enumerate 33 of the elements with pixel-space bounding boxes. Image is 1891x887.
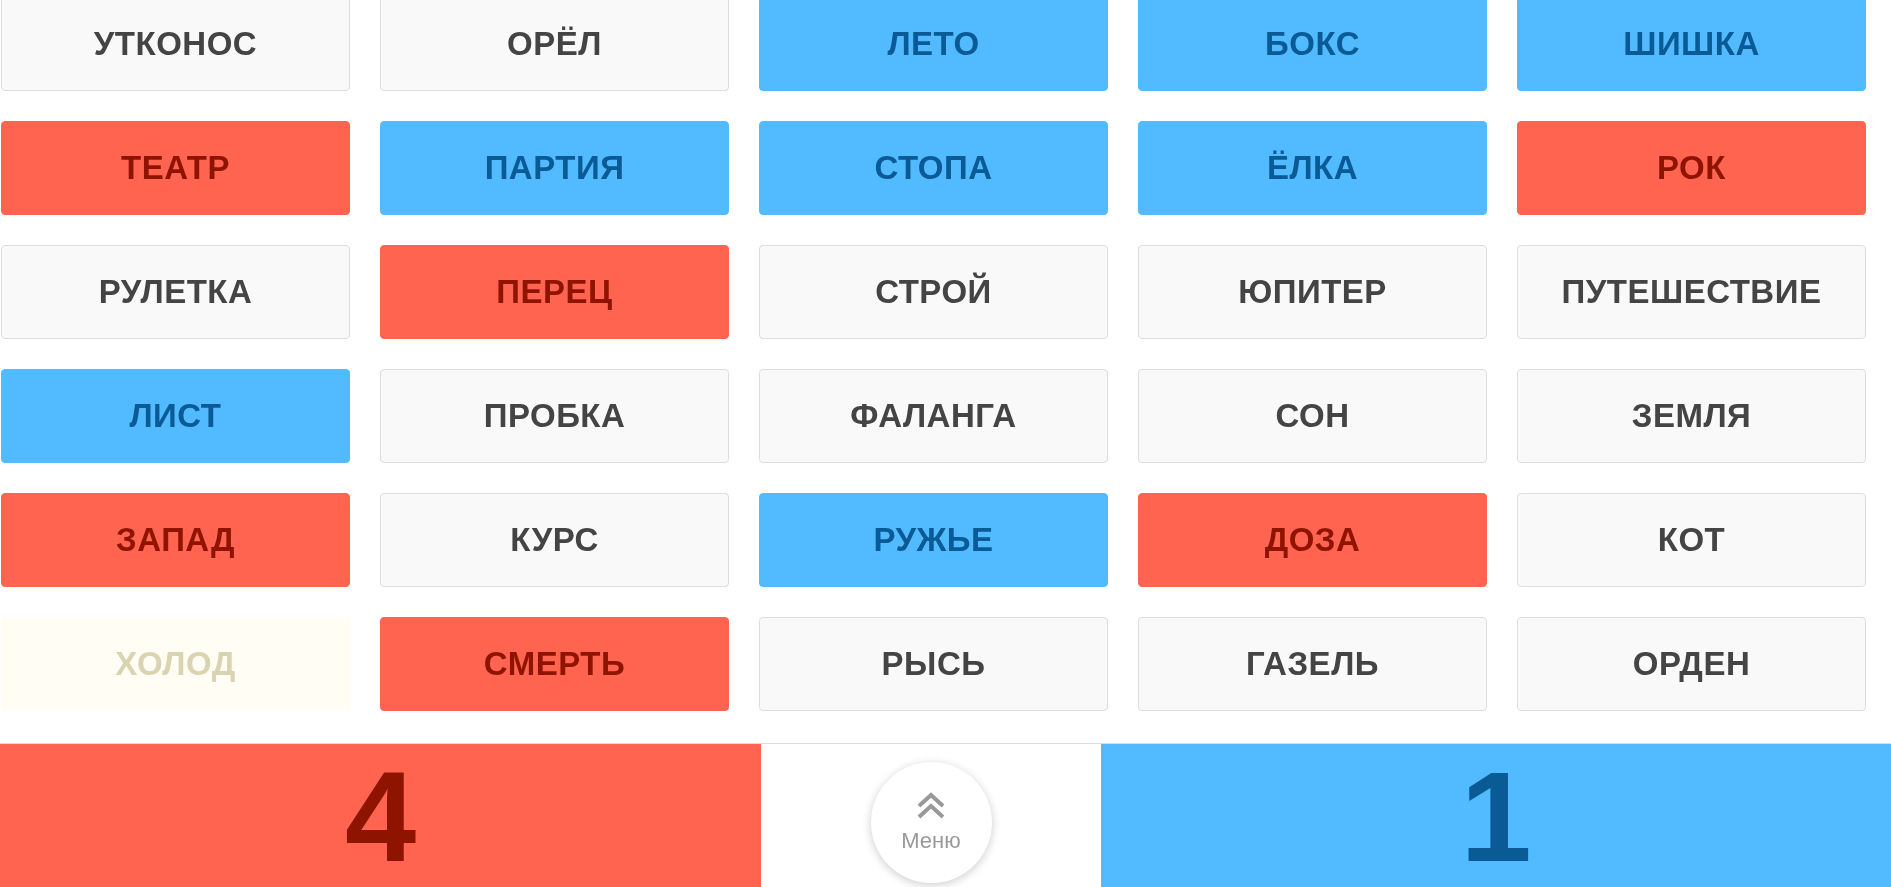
- word-card[interactable]: ОРДЕН: [1517, 617, 1866, 711]
- word-card[interactable]: ЗЕМЛЯ: [1517, 369, 1866, 463]
- word-card[interactable]: РУЛЕТКА: [1, 245, 350, 339]
- word-card[interactable]: КУРС: [380, 493, 729, 587]
- word-card[interactable]: ЛИСТ: [1, 369, 350, 463]
- word-card[interactable]: СТОПА: [759, 121, 1108, 215]
- word-card[interactable]: БОКС: [1138, 0, 1487, 91]
- team-score-panel: 1: [1101, 744, 1891, 887]
- word-card[interactable]: ЮПИТЕР: [1138, 245, 1487, 339]
- word-card[interactable]: ПАРТИЯ: [380, 121, 729, 215]
- word-card[interactable]: ЁЛКА: [1138, 121, 1487, 215]
- word-card[interactable]: ЗАПАД: [1, 493, 350, 587]
- word-card[interactable]: ПРОБКА: [380, 369, 729, 463]
- word-card[interactable]: РЫСЬ: [759, 617, 1108, 711]
- word-card[interactable]: УТКОНОС: [1, 0, 350, 91]
- word-card[interactable]: СОН: [1138, 369, 1487, 463]
- word-card[interactable]: РОК: [1517, 121, 1866, 215]
- word-card[interactable]: ФАЛАНГА: [759, 369, 1108, 463]
- word-card[interactable]: КОТ: [1517, 493, 1866, 587]
- word-card[interactable]: ШИШКА: [1517, 0, 1866, 91]
- word-card[interactable]: ПУТЕШЕСТВИЕ: [1517, 245, 1866, 339]
- word-card[interactable]: ТЕАТР: [1, 121, 350, 215]
- word-card[interactable]: ГАЗЕЛЬ: [1138, 617, 1487, 711]
- word-card[interactable]: СТРОЙ: [759, 245, 1108, 339]
- word-card[interactable]: ДОЗА: [1138, 493, 1487, 587]
- word-card[interactable]: СМЕРТЬ: [380, 617, 729, 711]
- team-score-panel: 4: [0, 744, 761, 887]
- double-chevron-up-icon: [916, 791, 946, 820]
- word-card[interactable]: ПЕРЕЦ: [380, 245, 729, 339]
- word-card[interactable]: ОРЁЛ: [380, 0, 729, 91]
- word-card[interactable]: РУЖЬЕ: [759, 493, 1108, 587]
- word-card[interactable]: ЛЕТО: [759, 0, 1108, 91]
- menu-button[interactable]: Меню: [870, 762, 992, 883]
